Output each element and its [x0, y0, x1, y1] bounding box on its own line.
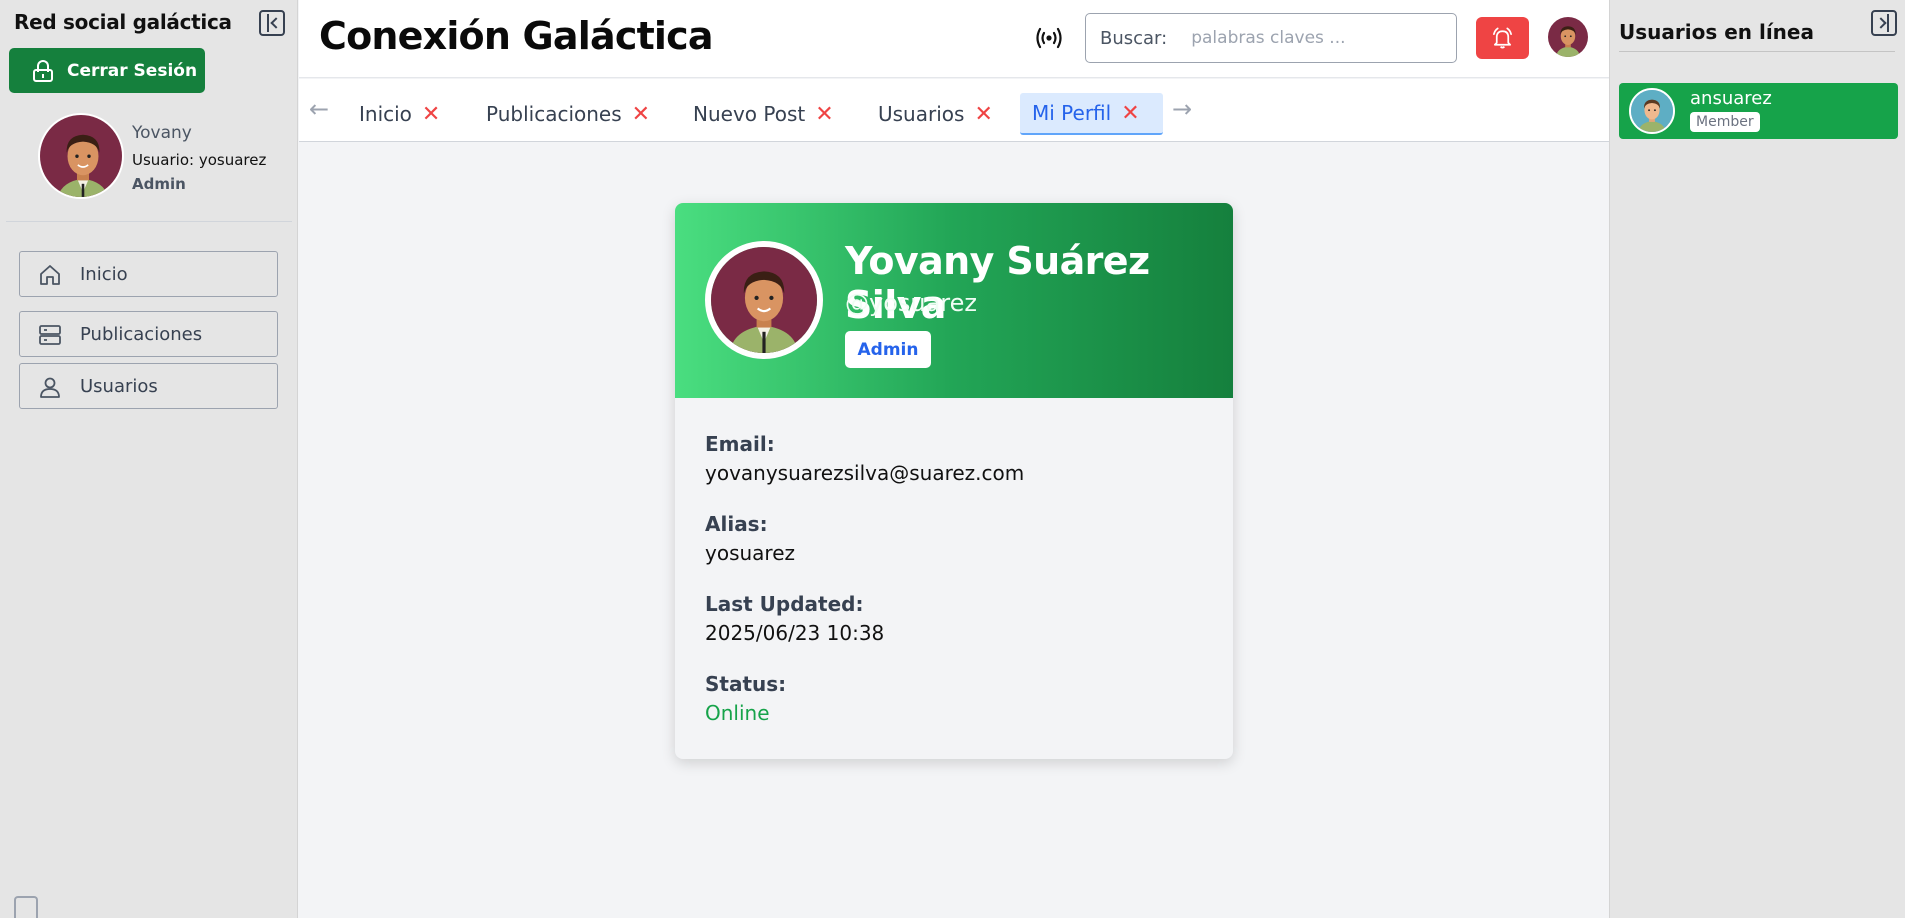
bell-alert-icon: [1493, 27, 1512, 49]
panel-collapse-icon[interactable]: [1871, 10, 1897, 36]
sidebar-user-name: Yovany: [132, 123, 192, 143]
notifications-button[interactable]: [1476, 17, 1529, 59]
status-value: Online: [705, 701, 770, 725]
sidebar-title: Red social galáctica: [14, 10, 232, 34]
tab-label: Usuarios: [878, 102, 965, 126]
avatar: [1629, 88, 1675, 134]
sidebar-item-label: Inicio: [80, 263, 128, 285]
status-label: Status:: [705, 672, 787, 696]
search-field[interactable]: Buscar:: [1085, 13, 1457, 63]
home-icon: [40, 265, 60, 285]
email-value: yovanysuarezsilva@suarez.com: [705, 461, 1025, 485]
profile-card: Yovany Suárez Silva @yosuarez Admin Emai…: [675, 203, 1233, 759]
tab-label: Publicaciones: [486, 102, 622, 126]
profile-card-header: Yovany Suárez Silva @yosuarez Admin: [675, 203, 1233, 398]
logout-button[interactable]: Cerrar Sesión: [9, 48, 205, 93]
tab-nuevo-post[interactable]: Nuevo Post ✕: [681, 93, 846, 135]
tabs-prev-arrow-icon[interactable]: ←: [309, 95, 329, 123]
left-sidebar: Red social galáctica Cerrar Sesión Yovan…: [0, 0, 298, 918]
tab-usuarios[interactable]: Usuarios ✕: [866, 93, 1005, 135]
profile-avatar: [705, 241, 823, 359]
tab-close-icon[interactable]: ✕: [422, 102, 440, 127]
sidebar-item-label: Usuarios: [80, 375, 158, 397]
tabs-next-arrow-icon[interactable]: →: [1172, 95, 1192, 123]
alias-value: yosuarez: [705, 541, 796, 565]
lock-icon: [33, 60, 53, 82]
sidebar-user-card: Yovany Usuario: yosuarez Admin: [38, 113, 288, 201]
header-avatar[interactable]: [1548, 17, 1588, 57]
email-label: Email:: [705, 432, 775, 456]
tab-close-icon[interactable]: ✕: [815, 102, 833, 127]
top-header: Conexión Galáctica Buscar:: [299, 0, 1609, 78]
sidebar-item-inicio[interactable]: Inicio: [19, 251, 278, 297]
tab-label: Nuevo Post: [693, 102, 806, 126]
page-title: Conexión Galáctica: [319, 14, 714, 58]
user-icon: [40, 377, 60, 398]
server-icon: [39, 325, 61, 345]
sidebar-item-usuarios[interactable]: Usuarios: [19, 363, 278, 409]
tab-close-icon[interactable]: ✕: [632, 102, 650, 127]
online-user-item[interactable]: ansuarez Member: [1619, 83, 1898, 139]
tab-inicio[interactable]: Inicio ✕: [347, 93, 452, 135]
online-users-panel: Usuarios en línea ansuarez Member: [1609, 0, 1905, 918]
search-input[interactable]: [1191, 28, 1442, 48]
last-updated-value: 2025/06/23 10:38: [705, 621, 885, 645]
tab-publicaciones[interactable]: Publicaciones ✕: [474, 93, 662, 135]
online-users-title: Usuarios en línea: [1619, 20, 1814, 44]
broadcast-icon[interactable]: [1034, 26, 1064, 50]
tab-close-icon[interactable]: ✕: [974, 102, 992, 127]
panel-divider: [1619, 51, 1895, 52]
tab-mi-perfil[interactable]: Mi Perfil ✕: [1020, 93, 1163, 135]
sidebar-collapse-icon[interactable]: [259, 10, 285, 36]
last-updated-label: Last Updated:: [705, 592, 864, 616]
online-user-role-badge: Member: [1690, 112, 1760, 132]
tab-label: Inicio: [359, 102, 412, 126]
sidebar-item-label: Publicaciones: [80, 323, 203, 345]
alias-label: Alias:: [705, 512, 768, 536]
archive-icon[interactable]: [14, 896, 38, 918]
profile-handle: @yosuarez: [845, 289, 978, 317]
sidebar-divider: [6, 221, 292, 222]
sidebar-item-publicaciones[interactable]: Publicaciones: [19, 311, 278, 357]
sidebar-user-role: Admin: [132, 175, 186, 193]
search-label: Buscar:: [1100, 27, 1168, 49]
online-user-name: ansuarez: [1690, 88, 1772, 109]
tab-close-icon[interactable]: ✕: [1121, 101, 1139, 126]
sidebar-user-handle: Usuario: yosuarez: [132, 151, 267, 169]
avatar: [38, 113, 124, 199]
tab-label: Mi Perfil: [1032, 101, 1112, 125]
tabs-bar: ← Inicio ✕ Publicaciones ✕ Nuevo Post ✕ …: [299, 79, 1609, 142]
logout-button-label: Cerrar Sesión: [67, 60, 198, 81]
role-badge: Admin: [845, 331, 931, 368]
